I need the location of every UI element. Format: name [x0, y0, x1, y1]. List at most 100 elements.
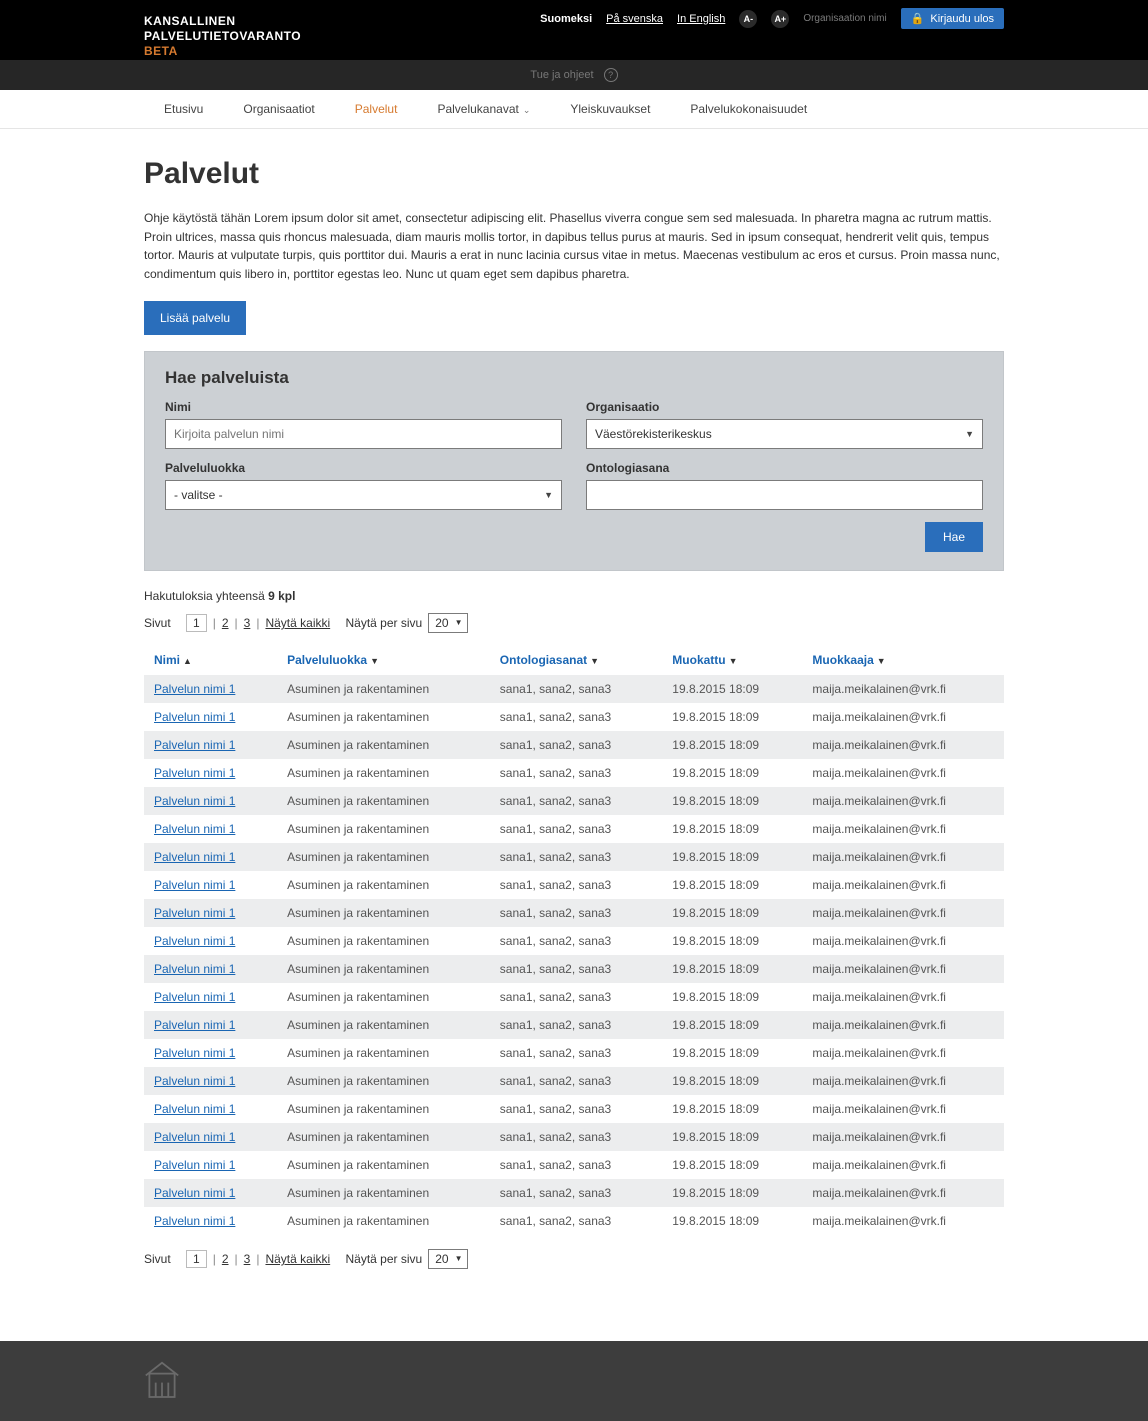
pager-page-2[interactable]: 2	[222, 616, 229, 630]
font-increase-button[interactable]: A+	[771, 10, 789, 28]
service-link[interactable]: Palvelun nimi 1	[154, 1018, 235, 1032]
pager-show-all[interactable]: Näytä kaikki	[265, 1252, 330, 1266]
nav-etusivu[interactable]: Etusivu	[144, 90, 223, 128]
table-row: Palvelun nimi 1Asuminen ja rakentaminens…	[144, 759, 1004, 787]
search-ontology-input[interactable]	[586, 480, 983, 510]
footer-building-icon	[144, 1389, 180, 1404]
nav-palvelukanavat[interactable]: Palvelukanavat⌄	[417, 90, 550, 128]
table-row: Palvelun nimi 1Asuminen ja rakentaminens…	[144, 1067, 1004, 1095]
service-link[interactable]: Palvelun nimi 1	[154, 822, 235, 836]
lang-sv[interactable]: På svenska	[606, 13, 663, 25]
chevron-down-icon: ▼	[544, 490, 553, 500]
search-ontology-label: Ontologiasana	[586, 461, 983, 475]
cell-ontology: sana1, sana2, sana3	[490, 1039, 663, 1067]
col-palveluluokka[interactable]: Palveluluokka▼	[277, 645, 490, 675]
service-link[interactable]: Palvelun nimi 1	[154, 1130, 235, 1144]
per-page-label: Näytä per sivu	[346, 616, 423, 630]
cell-editor: maija.meikalainen@vrk.fi	[802, 927, 1004, 955]
col-nimi[interactable]: Nimi▲	[144, 645, 277, 675]
service-link[interactable]: Palvelun nimi 1	[154, 1158, 235, 1172]
table-row: Palvelun nimi 1Asuminen ja rakentaminens…	[144, 843, 1004, 871]
service-link[interactable]: Palvelun nimi 1	[154, 738, 235, 752]
search-name-input[interactable]	[165, 419, 562, 449]
service-link[interactable]: Palvelun nimi 1	[154, 1186, 235, 1200]
cell-modified: 19.8.2015 18:09	[662, 787, 802, 815]
help-bar-label[interactable]: Tue ja ohjeet	[530, 69, 593, 81]
font-decrease-button[interactable]: A-	[739, 10, 757, 28]
service-link[interactable]: Palvelun nimi 1	[154, 682, 235, 696]
cell-ontology: sana1, sana2, sana3	[490, 675, 663, 703]
lock-icon: 🔒	[911, 12, 925, 25]
service-link[interactable]: Palvelun nimi 1	[154, 1102, 235, 1116]
col-muokkaaja[interactable]: Muokkaaja▼	[802, 645, 1004, 675]
search-org-label: Organisaatio	[586, 400, 983, 414]
cell-editor: maija.meikalainen@vrk.fi	[802, 843, 1004, 871]
service-link[interactable]: Palvelun nimi 1	[154, 1214, 235, 1228]
cell-class: Asuminen ja rakentaminen	[277, 1151, 490, 1179]
table-row: Palvelun nimi 1Asuminen ja rakentaminens…	[144, 871, 1004, 899]
pager-page-1[interactable]: 1	[186, 614, 207, 632]
search-button[interactable]: Hae	[925, 522, 983, 552]
per-page-select[interactable]: 20▼	[428, 1249, 467, 1269]
nav-organisaatiot[interactable]: Organisaatiot	[223, 90, 334, 128]
service-link[interactable]: Palvelun nimi 1	[154, 878, 235, 892]
logout-button[interactable]: 🔒 Kirjaudu ulos	[901, 8, 1004, 29]
nav-palvelukokonaisuudet[interactable]: Palvelukokonaisuudet	[670, 90, 827, 128]
cell-ontology: sana1, sana2, sana3	[490, 815, 663, 843]
table-row: Palvelun nimi 1Asuminen ja rakentaminens…	[144, 815, 1004, 843]
page-title: Palvelut	[144, 157, 1004, 191]
lang-en[interactable]: In English	[677, 13, 725, 25]
cell-class: Asuminen ja rakentaminen	[277, 983, 490, 1011]
service-link[interactable]: Palvelun nimi 1	[154, 850, 235, 864]
pager-page-2[interactable]: 2	[222, 1252, 229, 1266]
cell-ontology: sana1, sana2, sana3	[490, 731, 663, 759]
service-link[interactable]: Palvelun nimi 1	[154, 1046, 235, 1060]
cell-editor: maija.meikalainen@vrk.fi	[802, 983, 1004, 1011]
add-service-button[interactable]: Lisää palvelu	[144, 301, 246, 335]
cell-modified: 19.8.2015 18:09	[662, 1179, 802, 1207]
col-muokattu[interactable]: Muokattu▼	[662, 645, 802, 675]
cell-modified: 19.8.2015 18:09	[662, 899, 802, 927]
pager-page-3[interactable]: 3	[244, 1252, 251, 1266]
service-link[interactable]: Palvelun nimi 1	[154, 794, 235, 808]
cell-editor: maija.meikalainen@vrk.fi	[802, 1067, 1004, 1095]
table-row: Palvelun nimi 1Asuminen ja rakentaminens…	[144, 1095, 1004, 1123]
table-row: Palvelun nimi 1Asuminen ja rakentaminens…	[144, 899, 1004, 927]
pager-page-1[interactable]: 1	[186, 1250, 207, 1268]
cell-editor: maija.meikalainen@vrk.fi	[802, 1151, 1004, 1179]
search-class-value: - valitse -	[174, 488, 223, 502]
sort-desc-icon: ▼	[370, 656, 379, 666]
cell-modified: 19.8.2015 18:09	[662, 1095, 802, 1123]
service-link[interactable]: Palvelun nimi 1	[154, 1074, 235, 1088]
search-class-select[interactable]: - valitse - ▼	[165, 480, 562, 510]
lang-fi[interactable]: Suomeksi	[540, 13, 592, 25]
service-link[interactable]: Palvelun nimi 1	[154, 906, 235, 920]
service-link[interactable]: Palvelun nimi 1	[154, 934, 235, 948]
cell-ontology: sana1, sana2, sana3	[490, 1011, 663, 1039]
service-link[interactable]: Palvelun nimi 1	[154, 710, 235, 724]
service-link[interactable]: Palvelun nimi 1	[154, 962, 235, 976]
cell-editor: maija.meikalainen@vrk.fi	[802, 759, 1004, 787]
cell-modified: 19.8.2015 18:09	[662, 815, 802, 843]
service-link[interactable]: Palvelun nimi 1	[154, 990, 235, 1004]
cell-modified: 19.8.2015 18:09	[662, 759, 802, 787]
cell-ontology: sana1, sana2, sana3	[490, 927, 663, 955]
cell-class: Asuminen ja rakentaminen	[277, 731, 490, 759]
service-link[interactable]: Palvelun nimi 1	[154, 766, 235, 780]
per-page-select[interactable]: 20▼	[428, 613, 467, 633]
pager-page-3[interactable]: 3	[244, 616, 251, 630]
help-icon[interactable]: ?	[604, 68, 618, 82]
cell-class: Asuminen ja rakentaminen	[277, 871, 490, 899]
cell-editor: maija.meikalainen@vrk.fi	[802, 1095, 1004, 1123]
cell-editor: maija.meikalainen@vrk.fi	[802, 815, 1004, 843]
logo-line1: KANSALLINEN	[144, 14, 236, 28]
nav-yleiskuvaukset[interactable]: Yleiskuvaukset	[550, 90, 670, 128]
pager-show-all[interactable]: Näytä kaikki	[265, 616, 330, 630]
search-org-select[interactable]: Väestörekisterikeskus ▼	[586, 419, 983, 449]
cell-editor: maija.meikalainen@vrk.fi	[802, 1039, 1004, 1067]
search-name-label: Nimi	[165, 400, 562, 414]
nav-palvelut[interactable]: Palvelut	[335, 90, 418, 128]
col-ontologiasanat[interactable]: Ontologiasanat▼	[490, 645, 663, 675]
cell-editor: maija.meikalainen@vrk.fi	[802, 731, 1004, 759]
table-row: Palvelun nimi 1Asuminen ja rakentaminens…	[144, 1039, 1004, 1067]
